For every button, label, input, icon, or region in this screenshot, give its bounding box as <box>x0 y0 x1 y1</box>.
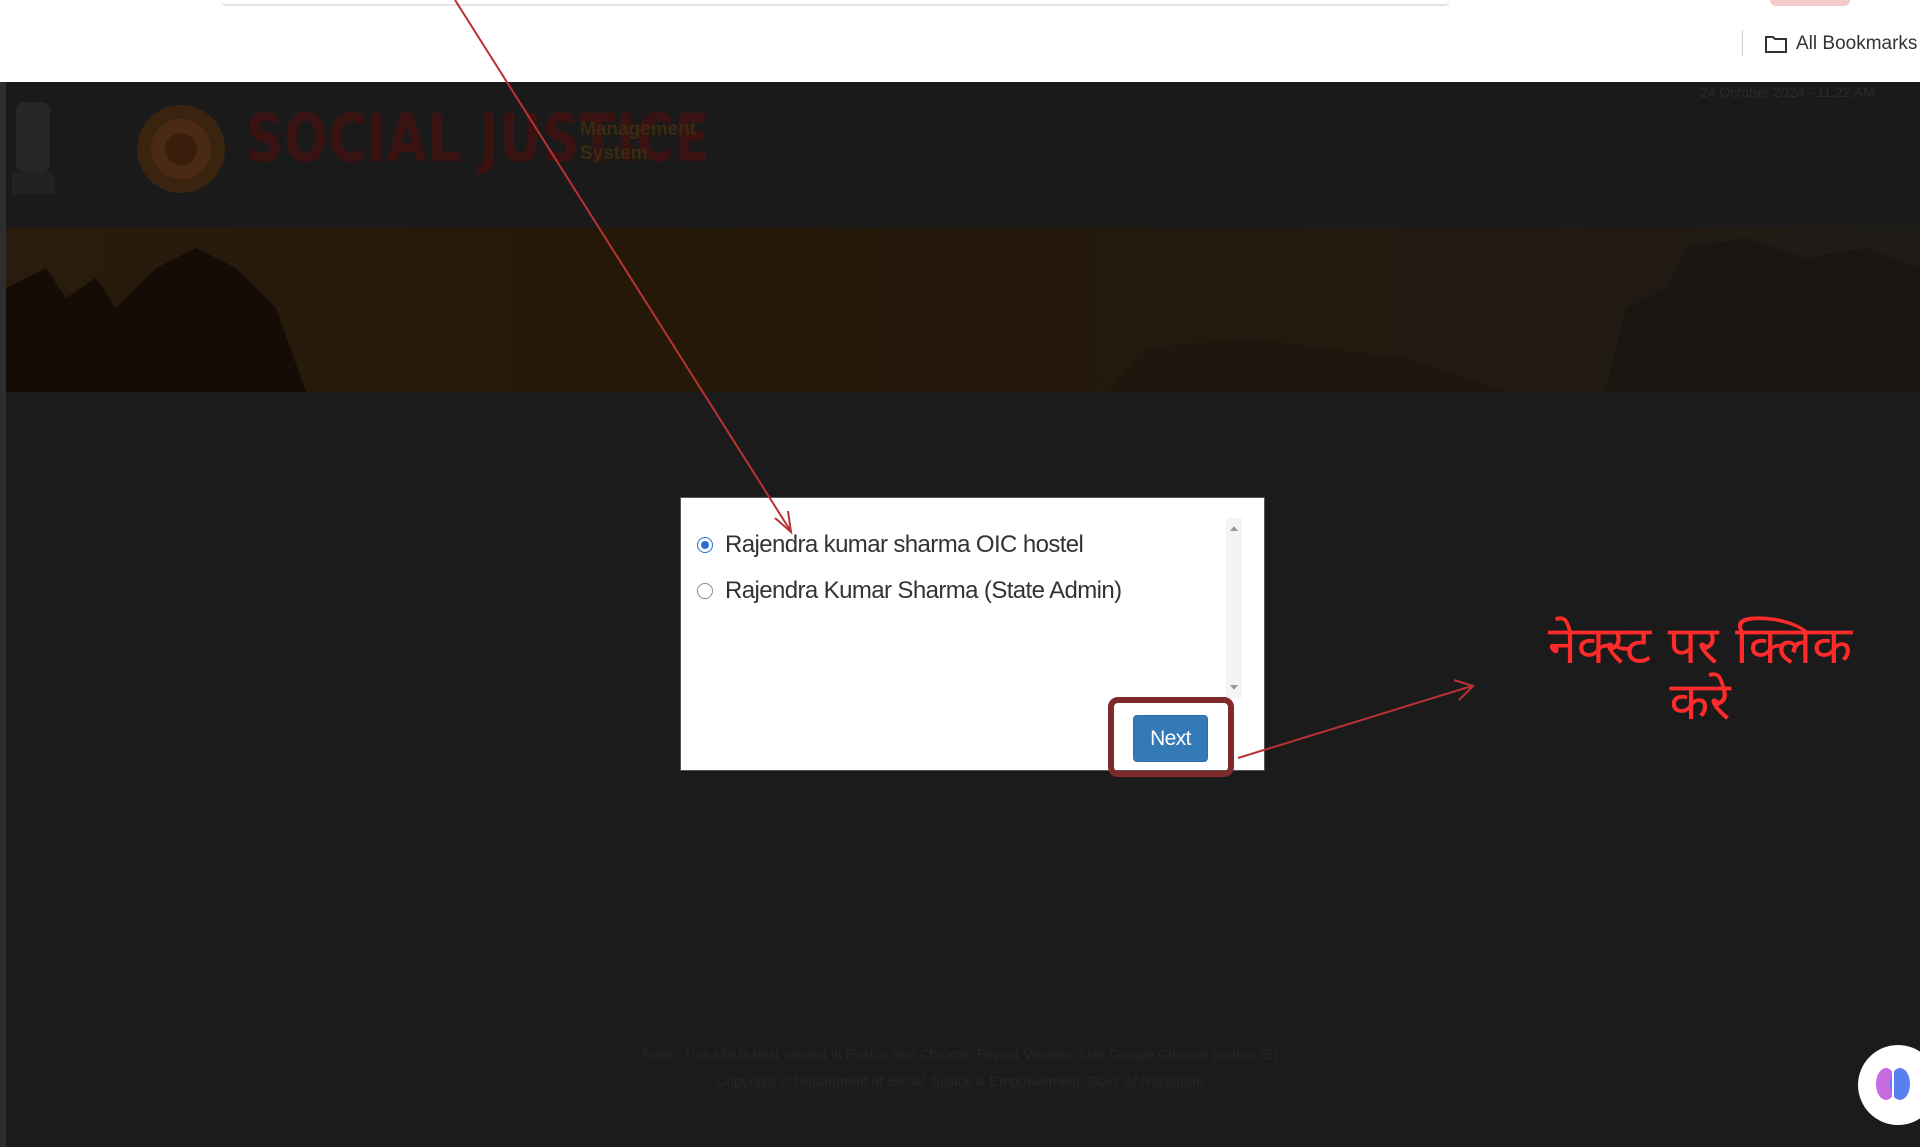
arrow-to-first-option <box>454 0 791 531</box>
arrow-to-annotation <box>1237 685 1473 759</box>
arrowhead-option-icon <box>774 510 793 535</box>
brain-icon <box>1876 1068 1910 1100</box>
annotation-arrows <box>454 0 1475 759</box>
